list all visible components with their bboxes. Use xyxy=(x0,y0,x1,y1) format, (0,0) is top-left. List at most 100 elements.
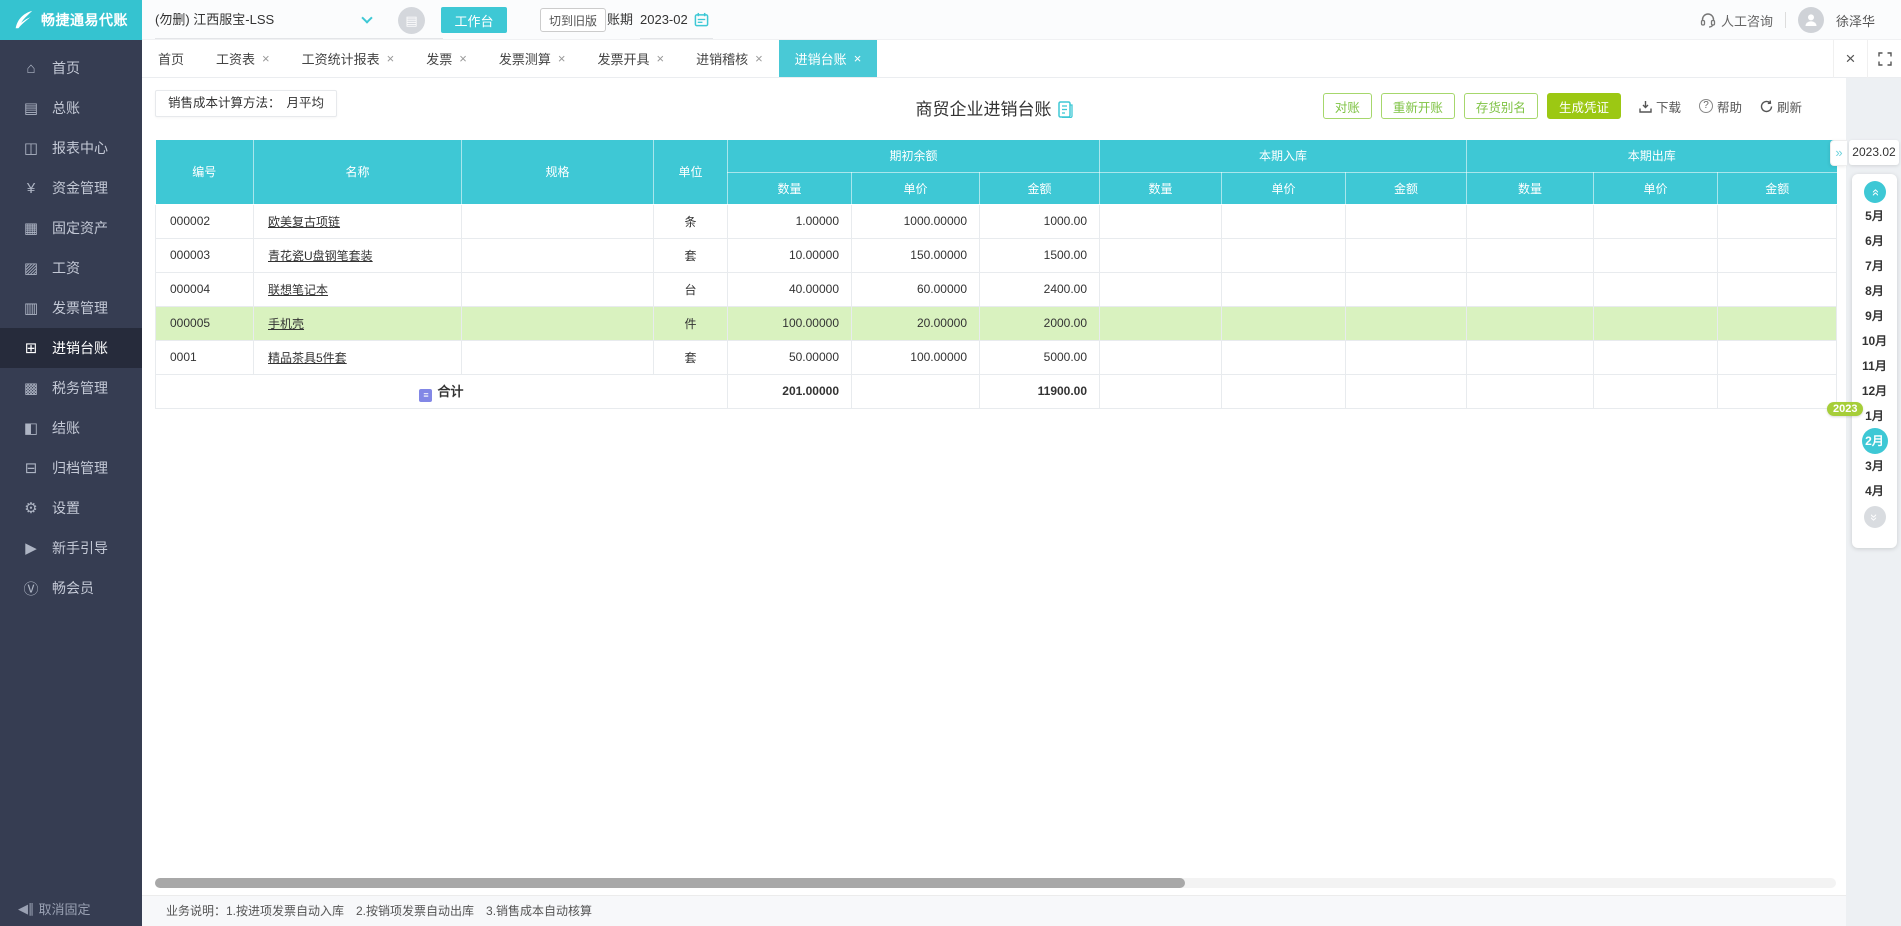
col-header-amount[interactable]: 金额 xyxy=(978,172,1101,205)
tab-close-icon[interactable]: × xyxy=(755,51,763,66)
month-label: 8月 xyxy=(1865,284,1884,298)
sidebar-item[interactable]: ⊞ 进销台账 xyxy=(0,328,142,368)
cell-name-link[interactable]: 青花瓷U盘钢笔套装 xyxy=(253,237,462,273)
sidebar-item[interactable]: ◧ 结账 xyxy=(0,408,142,448)
month-item[interactable]: 4月 xyxy=(1852,478,1897,503)
month-label: 5月 xyxy=(1865,209,1884,223)
year-badge: 2023 xyxy=(1827,402,1864,416)
cell-spec xyxy=(461,339,654,375)
scrollbar-thumb[interactable] xyxy=(155,878,1185,888)
live-support-button[interactable]: 人工咨询 xyxy=(1700,11,1773,30)
tab[interactable]: 进销台账 × xyxy=(778,40,878,77)
sidebar-item-icon: ▤ xyxy=(23,100,39,117)
tab[interactable]: 发票测算 × xyxy=(483,40,582,77)
workbench-button[interactable]: 工作台 xyxy=(441,7,507,33)
month-item[interactable]: 5月 xyxy=(1852,203,1897,228)
inventory-alias-button[interactable]: 存货别名 xyxy=(1463,93,1538,119)
col-header-qty[interactable]: 数量 xyxy=(1099,172,1223,205)
cell-opening-qty: 10.00000 xyxy=(727,237,852,273)
sidebar-item[interactable]: ▥ 发票管理 xyxy=(0,288,142,328)
month-item[interactable]: 11月 xyxy=(1852,353,1897,378)
tab[interactable]: 首页 xyxy=(142,40,200,77)
sidebar-item-label: 税务管理 xyxy=(52,380,108,396)
help-button[interactable]: ? 帮助 xyxy=(1698,97,1742,116)
sidebar-item[interactable]: ▦ 固定资产 xyxy=(0,208,142,248)
sidebar-item[interactable]: ⊟ 归档管理 xyxy=(0,448,142,488)
month-item[interactable]: 7月 xyxy=(1852,253,1897,278)
sidebar-item[interactable]: Ⓥ 畅会员 xyxy=(0,568,142,608)
cell-name-link[interactable]: 联想笔记本 xyxy=(253,271,462,307)
sidebar-item[interactable]: ▤ 总账 xyxy=(0,88,142,128)
cell-spec xyxy=(461,305,654,341)
col-header-spec[interactable]: 规格 xyxy=(461,140,654,205)
table-row[interactable]: 000005 手机壳 件 100.00000 20.00000 2000.00 xyxy=(155,305,1838,341)
cost-method-box: 销售成本计算方法： 月平均 xyxy=(155,90,338,117)
tab-close-icon[interactable]: × xyxy=(262,51,270,66)
tab-close-icon[interactable]: × xyxy=(656,51,664,66)
tab[interactable]: 发票 × xyxy=(410,40,483,77)
cell-code: 000003 xyxy=(155,237,254,273)
table-row[interactable]: 0001 精品茶具5件套 套 50.00000 100.00000 5000.0… xyxy=(155,339,1838,375)
fullscreen-icon[interactable] xyxy=(1867,40,1901,78)
col-header-price[interactable]: 单价 xyxy=(1221,172,1347,205)
tab-close-icon[interactable]: × xyxy=(558,51,566,66)
col-header-amount[interactable]: 金额 xyxy=(1717,172,1837,205)
tab[interactable]: 发票开具 × xyxy=(581,40,680,77)
tab-close-icon[interactable]: × xyxy=(854,51,862,66)
col-header-code[interactable]: 编号 xyxy=(155,140,254,205)
tab[interactable]: 工资表 × xyxy=(200,40,286,77)
month-item[interactable]: 10月 xyxy=(1852,328,1897,353)
col-header-price[interactable]: 单价 xyxy=(851,172,980,205)
tab[interactable]: 进销稽核 × xyxy=(680,40,779,77)
cell-name-link[interactable]: 精品茶具5件套 xyxy=(253,339,462,375)
scroll-months-down-icon[interactable]: » xyxy=(1863,506,1886,528)
close-all-tabs-icon[interactable]: × xyxy=(1833,40,1867,78)
generate-voucher-button[interactable]: 生成凭证 xyxy=(1546,93,1621,119)
download-button[interactable]: 下载 xyxy=(1639,97,1681,116)
switch-old-version-button[interactable]: 切到旧版 xyxy=(540,8,607,32)
cell-name-link[interactable]: 手机壳 xyxy=(253,305,462,341)
scroll-months-up-icon[interactable]: » xyxy=(1863,181,1886,203)
table-row[interactable]: 000002 欧美复古项链 条 1.00000 1000.00000 1000.… xyxy=(155,203,1838,239)
col-header-qty[interactable]: 数量 xyxy=(727,172,852,205)
cell-opening-amount: 5000.00 xyxy=(978,339,1101,375)
sidebar-item[interactable]: ▶ 新手引导 xyxy=(0,528,142,568)
cell-opening-qty: 50.00000 xyxy=(727,339,852,375)
tab-close-icon[interactable]: × xyxy=(387,51,395,66)
sidebar-item[interactable]: ⌂ 首页 xyxy=(0,48,142,88)
avatar[interactable] xyxy=(1797,7,1824,33)
col-header-price[interactable]: 单价 xyxy=(1593,172,1719,205)
table-row[interactable]: 000004 联想笔记本 台 40.00000 60.00000 2400.00 xyxy=(155,271,1838,307)
sidebar-item[interactable]: ¥ 资金管理 xyxy=(0,168,142,208)
period-date-picker[interactable]: 2023-02 xyxy=(640,0,713,39)
cell-outbound-price xyxy=(1593,271,1719,307)
cell-name-link[interactable]: 欧美复古项链 xyxy=(253,203,462,239)
sidebar-item[interactable]: ⚙ 设置 xyxy=(0,488,142,528)
sidebar-item[interactable]: ◫ 报表中心 xyxy=(0,128,142,168)
reopen-account-button[interactable]: 重新开账 xyxy=(1380,93,1455,119)
month-item[interactable]: 12月 xyxy=(1852,378,1897,403)
month-item[interactable]: 6月 xyxy=(1852,228,1897,253)
month-item[interactable]: 2月 xyxy=(1852,427,1897,454)
tab[interactable]: 工资统计报表 × xyxy=(286,40,411,77)
month-item[interactable]: 3月 xyxy=(1852,453,1897,478)
sidebar-item[interactable]: ▩ 税务管理 xyxy=(0,368,142,408)
username[interactable]: 徐泽华 xyxy=(1836,11,1875,30)
sidebar-item[interactable]: ▨ 工资 xyxy=(0,248,142,288)
unpin-sidebar-button[interactable]: ◀∥ 取消固定 xyxy=(18,899,91,918)
col-header-qty[interactable]: 数量 xyxy=(1466,172,1595,205)
collapse-panel-handle[interactable]: » xyxy=(1830,140,1847,166)
month-item[interactable]: 9月 xyxy=(1852,303,1897,328)
table-row[interactable]: 000003 青花瓷U盘钢笔套装 套 10.00000 150.00000 15… xyxy=(155,237,1838,273)
total-opening-amount: 11900.00 xyxy=(978,373,1101,409)
reconcile-button[interactable]: 对账 xyxy=(1322,93,1372,119)
col-header-unit[interactable]: 单位 xyxy=(653,140,728,205)
horizontal-scrollbar xyxy=(155,878,1836,888)
col-header-amount[interactable]: 金额 xyxy=(1345,172,1468,205)
sidebar-item-icon: ▶ xyxy=(25,540,37,557)
notice-badge-icon[interactable]: ▤ xyxy=(398,7,425,34)
tab-close-icon[interactable]: × xyxy=(459,51,467,66)
month-item[interactable]: 8月 xyxy=(1852,278,1897,303)
refresh-button[interactable]: 刷新 xyxy=(1760,97,1802,116)
col-header-name[interactable]: 名称 xyxy=(253,140,462,205)
